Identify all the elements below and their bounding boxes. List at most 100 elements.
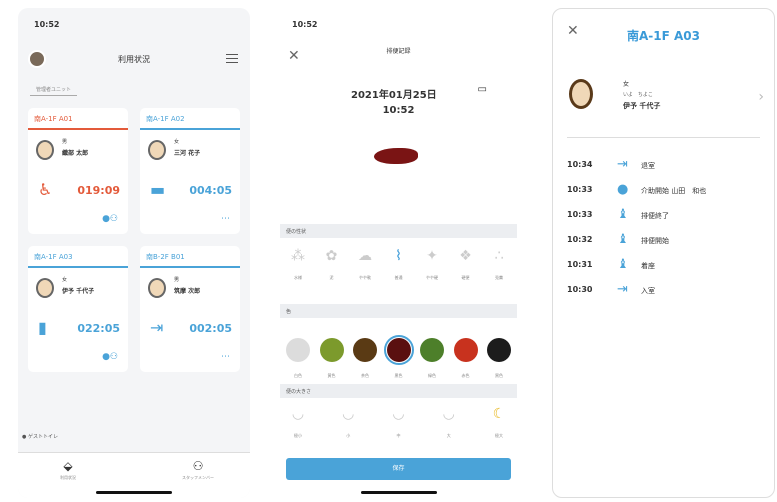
- person-name: 織部 太郎: [62, 150, 89, 157]
- event-action: 入室: [641, 287, 655, 295]
- color-swatch: [383, 335, 414, 365]
- color-label: 黄色: [327, 373, 336, 378]
- shape-option[interactable]: ⌇ 普通: [387, 248, 411, 283]
- color-label: 黒色: [394, 373, 403, 378]
- staff-icon: ●⚇: [102, 214, 118, 224]
- event-icon: ⇥: [617, 157, 628, 172]
- status-icon: ▬: [150, 180, 166, 199]
- menu-icon[interactable]: [226, 54, 238, 63]
- elapsed-timer: 002:05: [189, 322, 232, 335]
- shape-option[interactable]: ⁂ 水様: [286, 248, 310, 283]
- color-option[interactable]: 赤色: [453, 338, 478, 381]
- room-card[interactable]: 南A-1F A01 男 織部 太郎 ♿ 019:09 ●⚇: [28, 108, 128, 234]
- usage-screen: 10:52 利用状況 管理者ユニット 南A-1F A01 男 織部 太郎 ♿ 0…: [18, 8, 250, 498]
- event-action: 排便開始: [641, 237, 669, 245]
- color-option[interactable]: 白色: [286, 338, 310, 381]
- person-name: 伊予 千代子: [62, 288, 95, 295]
- room-name: 南A-1F A02: [140, 108, 240, 130]
- event-action: 退室: [641, 162, 655, 170]
- color-label: 赤色: [461, 373, 470, 378]
- gender: 女: [62, 277, 68, 283]
- elapsed-timer: 019:09: [77, 184, 120, 197]
- room-name: 南A-1F A03: [28, 246, 128, 268]
- toilet-icon: ⬙: [63, 459, 73, 473]
- section-color: 色: [280, 304, 517, 318]
- shape-option[interactable]: ❖ 硬便: [454, 248, 478, 283]
- page-title: 排便記録: [386, 48, 411, 55]
- record-time[interactable]: 10:52: [276, 105, 521, 116]
- color-swatch: [353, 338, 377, 362]
- size-option[interactable]: ◡ 極小: [286, 406, 310, 441]
- person-face-icon: [36, 278, 54, 298]
- chevron-right-icon[interactable]: ›: [758, 89, 764, 105]
- staff-icon: ⚇: [192, 459, 204, 473]
- color-label: 緑色: [428, 373, 436, 378]
- guest-toilet-label[interactable]: ● ゲストトイレ: [22, 433, 58, 440]
- color-label: 茶色: [361, 373, 369, 378]
- event-time: 10:33: [567, 210, 593, 219]
- unit-tab[interactable]: 管理者ユニット: [30, 84, 78, 96]
- divider: [567, 137, 760, 138]
- color-swatch: [487, 338, 511, 362]
- color-label: 黒色: [495, 373, 503, 378]
- event-icon: ♝: [617, 207, 629, 222]
- size-options: ◡ 極小 ◡ 小 ◡ 中 ◡ 大 ☾ 極大: [286, 406, 511, 441]
- gender: 男: [62, 139, 68, 145]
- room-title: 南A-1F A03: [627, 29, 700, 43]
- header: 利用状況: [18, 48, 250, 72]
- status-time: 10:52: [292, 20, 318, 29]
- status-time: 10:52: [34, 20, 60, 29]
- size-option[interactable]: ◡ 大: [437, 406, 461, 441]
- room-card[interactable]: 南B-2F B01 男 筑摩 次郎 ⇥ 002:05 ⋯: [140, 246, 240, 372]
- person-name: 筑摩 次郎: [174, 288, 201, 295]
- room-card[interactable]: 南A-1F A03 女 伊予 千代子 ▮ 022:05 ●⚇: [28, 246, 128, 372]
- color-option[interactable]: 黒色: [383, 335, 414, 381]
- color-option[interactable]: 黄色: [319, 338, 344, 381]
- event-row: 10:33 ♝ 排便終了: [567, 207, 764, 227]
- event-time: 10:30: [567, 285, 593, 294]
- event-action: 着座: [641, 262, 655, 270]
- more-icon: ⋯: [221, 214, 230, 224]
- nav-staff[interactable]: ⚇ スタッフメンバー: [168, 459, 228, 481]
- section-shape: 便の性状: [280, 224, 517, 238]
- room-card[interactable]: 南A-1F A02 女 三河 花子 ▬ 004:05 ⋯: [140, 108, 240, 234]
- room-detail-screen: ✕ 南A-1F A03 女 いよ ちよこ 伊予 千代子 › 10:34 ⇥ 退室 10…: [552, 8, 775, 498]
- elapsed-timer: 004:05: [189, 184, 232, 197]
- page-title: 利用状況: [118, 55, 150, 64]
- event-time: 10:34: [567, 160, 593, 169]
- color-option[interactable]: 茶色: [353, 338, 377, 381]
- record-date[interactable]: 2021年01月25日: [351, 86, 437, 101]
- status-icon: ⇥: [150, 318, 164, 337]
- size-option[interactable]: ☾ 極大: [487, 406, 511, 441]
- event-icon: ♝: [617, 232, 629, 247]
- person-name: 伊予 千代子: [623, 102, 661, 110]
- event-icon: ⇥: [617, 282, 628, 297]
- event-action: 介助開始 山田 和也: [641, 187, 707, 195]
- shape-option[interactable]: ∴ 兎糞: [487, 248, 511, 283]
- color-label: 白色: [294, 373, 302, 378]
- size-option[interactable]: ◡ 中: [387, 406, 411, 441]
- color-swatch: [453, 338, 478, 362]
- event-action: 排便終了: [641, 212, 669, 220]
- person-face-icon: [148, 278, 166, 298]
- event-icon: ●: [617, 182, 629, 197]
- shape-option[interactable]: ✿ 泥: [320, 248, 344, 283]
- color-option[interactable]: 黒色: [487, 338, 511, 381]
- color-options: 白色 黄色 茶色 黒色 緑色 赤色 黒色: [286, 335, 511, 381]
- shape-option[interactable]: ☁ やや軟: [353, 248, 377, 283]
- person-face-icon: [36, 140, 54, 160]
- shape-options: ⁂ 水様 ✿ 泥 ☁ やや軟 ⌇ 普通 ✦ やや硬 ❖ 硬便 ∴ 兎糞: [286, 248, 511, 283]
- nav-usage[interactable]: ⬙ 利用状況: [38, 459, 98, 481]
- room-name: 南A-1F A01: [28, 108, 128, 130]
- save-button[interactable]: 保存: [286, 458, 511, 480]
- shape-option[interactable]: ✦ やや硬: [420, 248, 444, 283]
- event-row: 10:34 ⇥ 退室: [567, 157, 764, 177]
- home-indicator: [96, 491, 172, 494]
- size-option[interactable]: ◡ 小: [336, 406, 360, 441]
- event-icon: ♝: [617, 257, 629, 272]
- color-option[interactable]: 緑色: [420, 338, 444, 381]
- person-face-icon: [148, 140, 166, 160]
- section-size: 便の大きさ: [280, 384, 517, 398]
- elapsed-timer: 022:05: [77, 322, 120, 335]
- calendar-icon[interactable]: ▭: [478, 84, 487, 95]
